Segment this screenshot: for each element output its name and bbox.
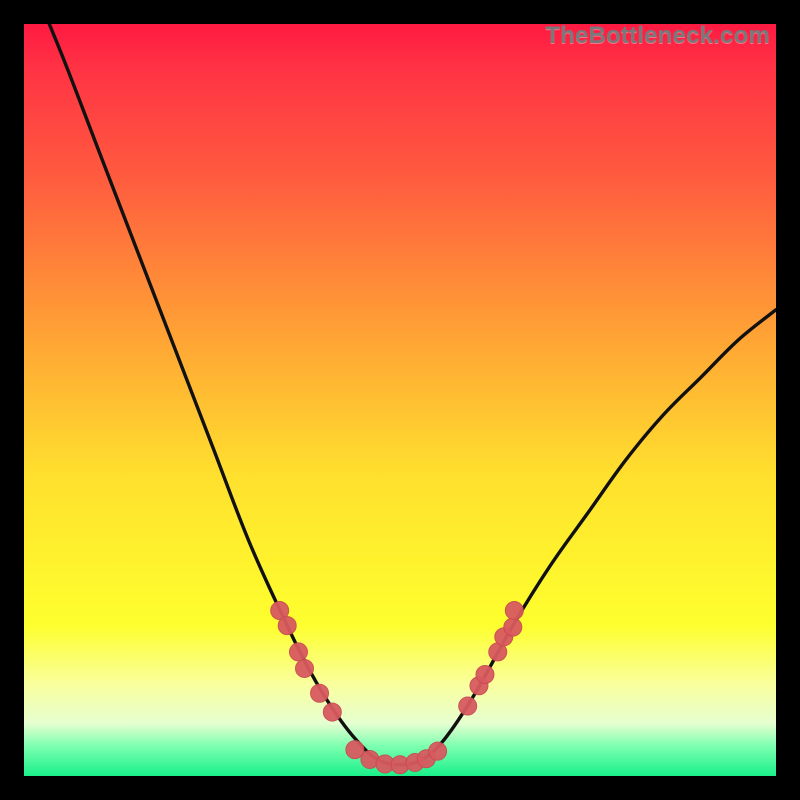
curve-group: [24, 24, 776, 765]
data-marker: [505, 602, 523, 620]
data-marker: [296, 659, 314, 677]
chart-frame: TheBottleneck.com: [24, 24, 776, 776]
bottleneck-curve-chart: [24, 24, 776, 776]
data-marker: [459, 697, 477, 715]
data-marker: [504, 618, 522, 636]
data-marker: [323, 703, 341, 721]
data-marker: [289, 643, 307, 661]
data-marker: [311, 684, 329, 702]
bottleneck-curve-line: [24, 24, 776, 765]
data-marker: [476, 665, 494, 683]
data-marker: [429, 742, 447, 760]
data-markers: [271, 602, 524, 774]
data-marker: [278, 617, 296, 635]
